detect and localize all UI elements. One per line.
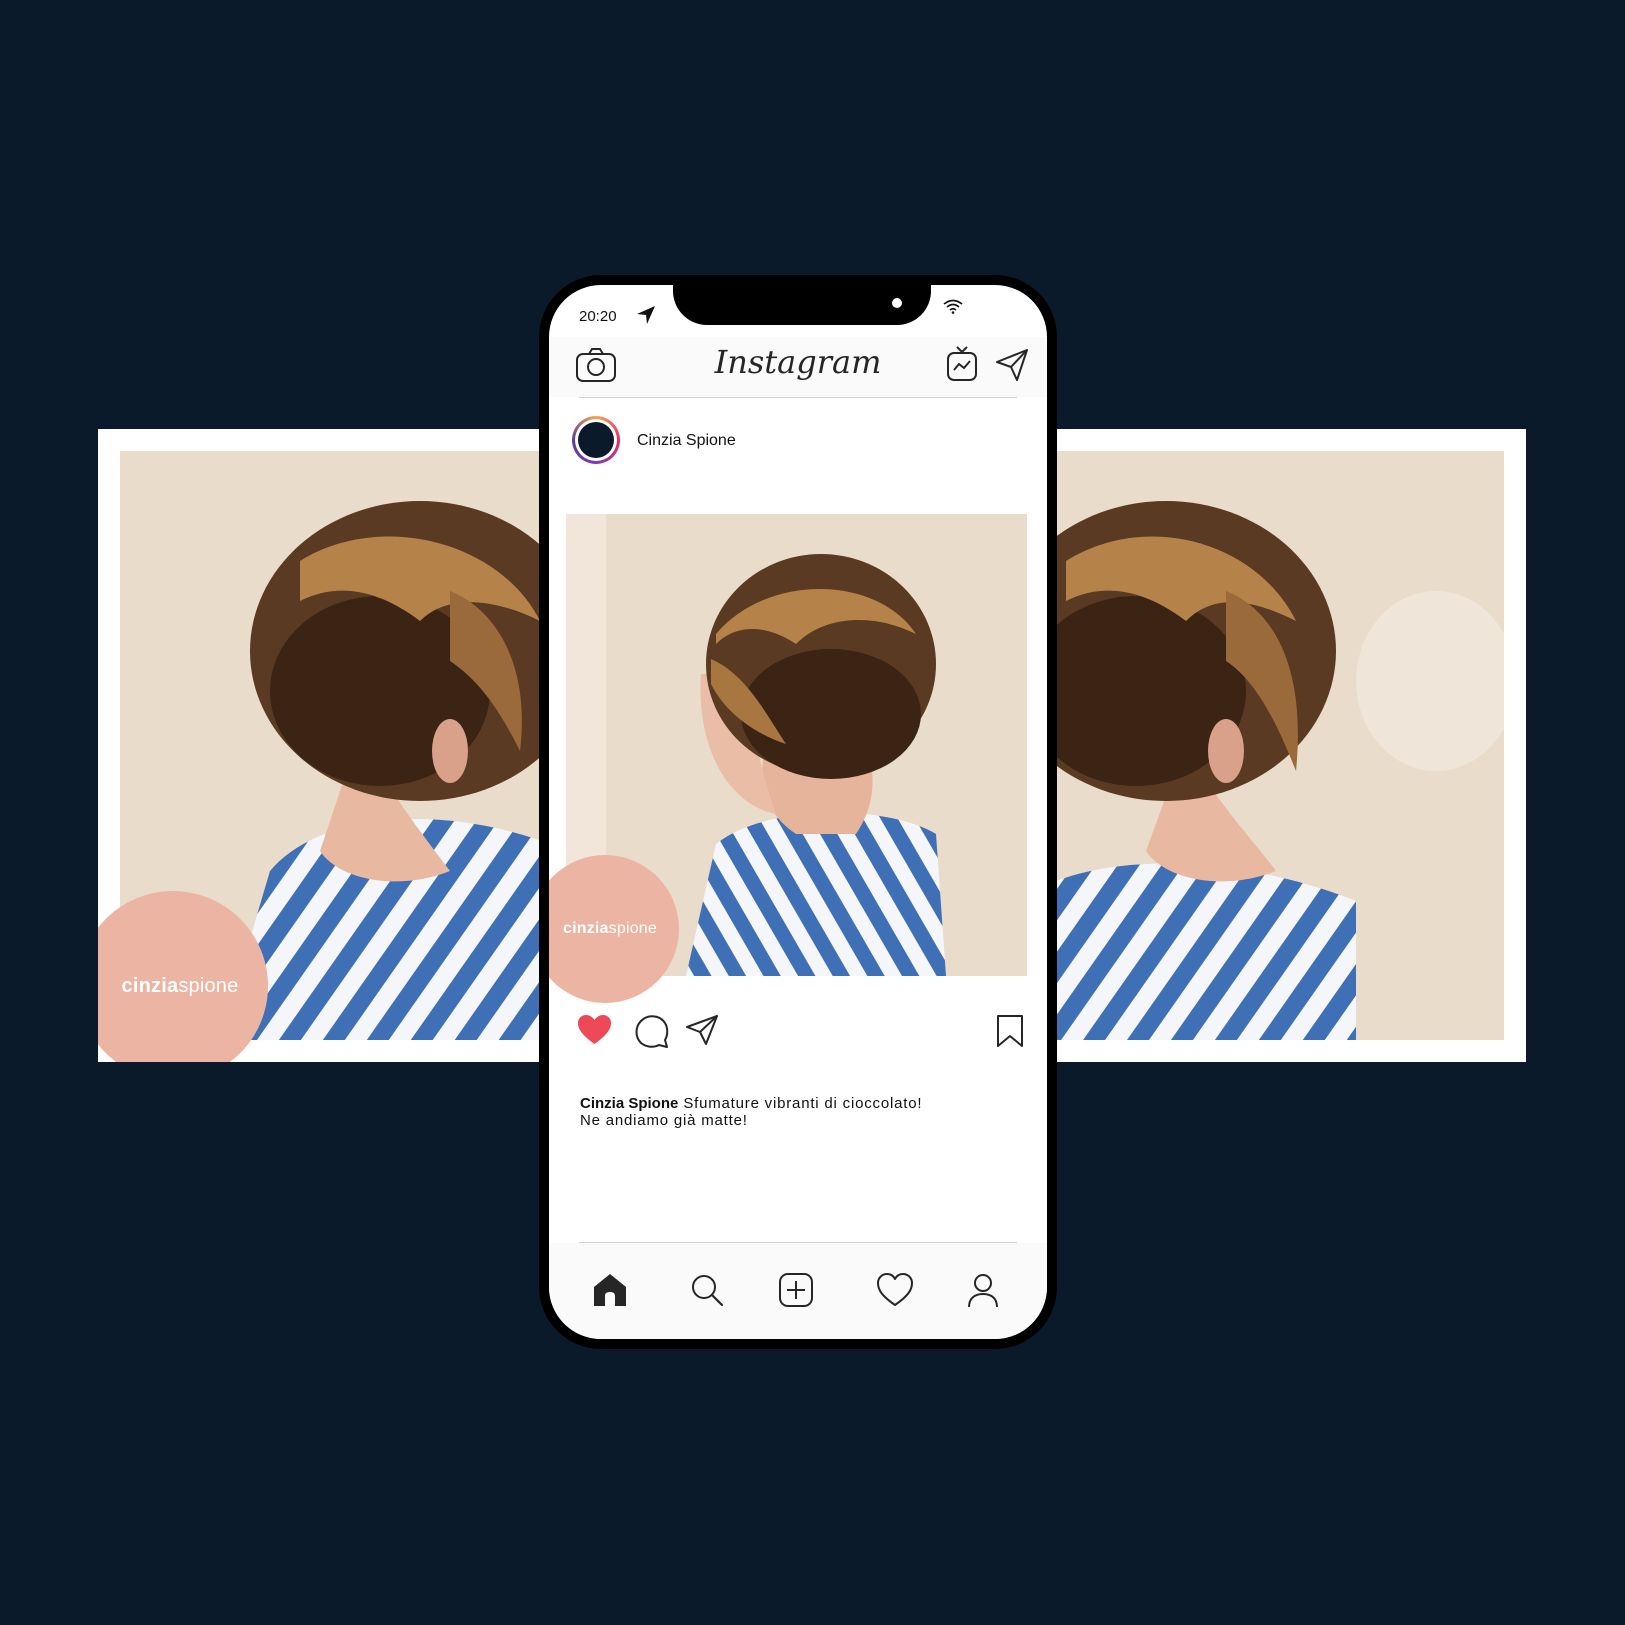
bookmark-icon[interactable]: [995, 1014, 1025, 1048]
side-photo-right: [1056, 451, 1504, 1040]
igtv-icon[interactable]: [946, 346, 978, 382]
instagram-logo: Instagram: [714, 343, 882, 381]
side-photo-card-right: [1056, 429, 1526, 1062]
camera-icon[interactable]: [575, 347, 617, 383]
heart-icon[interactable]: [577, 1014, 612, 1046]
post-brand-bold: cinzia: [562, 920, 609, 937]
search-icon[interactable]: [688, 1271, 726, 1309]
avatar[interactable]: [572, 416, 620, 464]
brand-bold: cinzia: [121, 974, 179, 997]
share-icon[interactable]: [685, 1014, 719, 1046]
bottom-nav: [549, 1243, 1047, 1339]
phone-notch: [673, 285, 931, 325]
post-header: Cinzia Spione: [549, 411, 1047, 471]
app-header: Instagram: [549, 337, 1047, 397]
comment-icon[interactable]: [635, 1014, 669, 1048]
post-caption: Cinzia Spione Sfumature vibranti di cioc…: [580, 1095, 1010, 1129]
location-arrow-icon: [637, 306, 655, 324]
profile-icon[interactable]: [964, 1271, 1002, 1309]
post-username[interactable]: Cinzia Spione: [637, 432, 736, 450]
caption-line-1: Sfumature vibranti di cioccolato!: [683, 1095, 923, 1112]
caption-author[interactable]: Cinzia Spione: [580, 1095, 678, 1112]
header-divider: [579, 397, 1017, 398]
status-time: 20:20: [579, 308, 617, 325]
phone-screen: 20:20 Instagram Cinzia Spione cinzia spi…: [549, 285, 1047, 1339]
post-actions: [549, 1005, 1047, 1055]
caption-line-2: Ne andiamo già matte!: [580, 1112, 748, 1129]
home-icon[interactable]: [591, 1271, 629, 1309]
phone-frame: 20:20 Instagram Cinzia Spione cinzia spi…: [539, 275, 1057, 1349]
direct-message-icon[interactable]: [995, 348, 1029, 382]
brand-light: spione: [178, 974, 239, 997]
add-post-icon[interactable]: [777, 1271, 815, 1309]
side-photo-card-left: cinzia spione: [98, 429, 568, 1062]
camera-dot: [892, 298, 902, 308]
activity-heart-icon[interactable]: [876, 1271, 914, 1309]
post-brand-light: spione: [608, 920, 658, 937]
wifi-icon: [943, 299, 963, 314]
